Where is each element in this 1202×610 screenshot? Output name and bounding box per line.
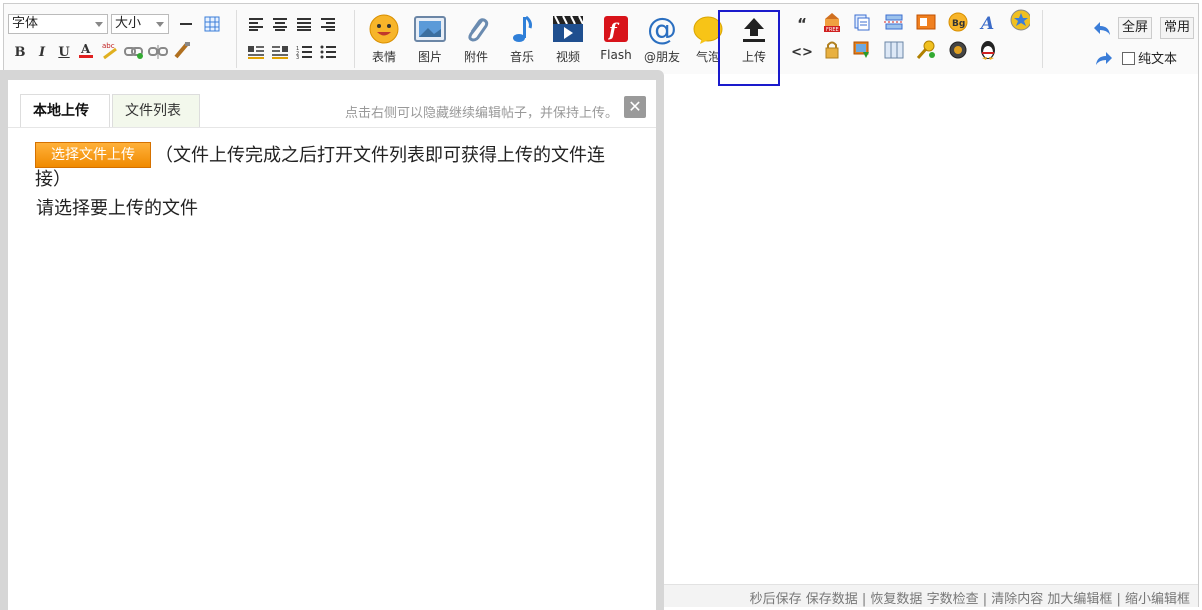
chevron-down-icon bbox=[95, 22, 103, 27]
font-size-select[interactable]: 大小 bbox=[111, 14, 169, 34]
toolbar-separator bbox=[1042, 10, 1043, 68]
spellcheck-icon[interactable]: abc bbox=[100, 40, 120, 60]
align-left-icon[interactable] bbox=[246, 14, 266, 34]
align-right-icon[interactable] bbox=[318, 14, 338, 34]
paperclip-icon bbox=[454, 12, 498, 46]
qq-penguin-icon[interactable] bbox=[978, 40, 998, 60]
font-family-value: 字体 bbox=[12, 16, 39, 31]
index-icon[interactable] bbox=[916, 12, 936, 32]
link-icon[interactable] bbox=[124, 42, 144, 62]
music-note-icon bbox=[500, 12, 544, 46]
svg-text:3: 3 bbox=[296, 55, 299, 59]
popup-hint: 点击右侧可以隐藏继续编辑帖子，并保持上传。 bbox=[344, 106, 618, 121]
bold-icon[interactable]: B bbox=[10, 42, 30, 62]
toolbar-separator bbox=[236, 10, 237, 68]
svg-text:Bg: Bg bbox=[952, 19, 965, 29]
svg-text:FREE: FREE bbox=[826, 27, 839, 33]
smiley-icon bbox=[362, 12, 406, 46]
mention-label: @朋友 bbox=[643, 50, 680, 64]
choose-file-prompt: 请选择要上传的文件 bbox=[36, 198, 198, 219]
mention-button[interactable]: @ @朋友 bbox=[640, 12, 684, 70]
flash-label: Flash bbox=[600, 48, 632, 62]
toolbar-separator bbox=[354, 10, 355, 68]
float-right-icon[interactable] bbox=[270, 42, 290, 62]
music-label: 音乐 bbox=[509, 50, 534, 64]
svg-text:A: A bbox=[979, 14, 994, 32]
plaintext-checkbox[interactable] bbox=[1122, 52, 1135, 65]
svg-text:A: A bbox=[80, 42, 91, 56]
image-label: 图片 bbox=[417, 50, 442, 64]
close-icon[interactable]: ✕ bbox=[624, 96, 646, 118]
tab-divider bbox=[8, 127, 656, 128]
align-justify-icon[interactable] bbox=[294, 14, 314, 34]
plaintext-label: 纯文本 bbox=[1138, 52, 1178, 67]
video-label: 视频 bbox=[555, 50, 580, 64]
emoticon-button[interactable]: 表情 bbox=[362, 12, 406, 70]
fullscreen-button[interactable]: 全屏 bbox=[1118, 17, 1153, 39]
ordered-list-icon[interactable]: 123 bbox=[294, 42, 314, 62]
lock-icon[interactable] bbox=[822, 40, 842, 60]
upload-popup-panel: 本地上传 文件列表 点击右侧可以隐藏继续编辑帖子，并保持上传。 ✕ （文件上传完… bbox=[8, 80, 656, 610]
clear-format-icon[interactable] bbox=[172, 40, 192, 60]
quote-icon[interactable]: “ bbox=[792, 14, 812, 34]
editor-toolbar: 字体 大小 B I U A abc 123 表情 图片 附件 音乐 视频 f F… bbox=[4, 4, 1198, 75]
attachment-button[interactable]: 附件 bbox=[454, 12, 498, 70]
film-icon bbox=[546, 12, 590, 46]
font-style-icon[interactable]: A bbox=[978, 12, 998, 32]
flash-icon: f bbox=[594, 12, 638, 46]
key-icon[interactable] bbox=[916, 40, 936, 60]
redo-icon[interactable] bbox=[1094, 48, 1114, 68]
svg-text:@: @ bbox=[647, 13, 677, 45]
columns-icon[interactable] bbox=[884, 40, 904, 60]
image-button[interactable]: 图片 bbox=[408, 12, 452, 70]
italic-icon[interactable]: I bbox=[32, 42, 52, 62]
font-family-select[interactable]: 字体 bbox=[8, 14, 108, 34]
attachment-label: 附件 bbox=[463, 50, 488, 64]
tab-file-list[interactable]: 文件列表 bbox=[112, 94, 200, 127]
page-break-icon[interactable] bbox=[884, 12, 904, 32]
select-file-upload-button[interactable]: 选择文件上传 bbox=[35, 142, 151, 168]
common-button[interactable]: 常用 bbox=[1160, 17, 1195, 39]
upload-popup: 本地上传 文件列表 点击右侧可以隐藏继续编辑帖子，并保持上传。 ✕ （文件上传完… bbox=[0, 70, 664, 610]
float-left-icon[interactable] bbox=[246, 42, 266, 62]
image-icon bbox=[408, 12, 452, 46]
unordered-list-icon[interactable] bbox=[318, 42, 338, 62]
flash-button[interactable]: f Flash bbox=[594, 12, 638, 70]
svg-text:abc: abc bbox=[102, 42, 115, 50]
unlink-icon[interactable] bbox=[148, 42, 168, 62]
code-icon[interactable]: <> bbox=[791, 42, 813, 62]
horizontal-rule-icon[interactable] bbox=[176, 14, 196, 34]
font-size-value: 大小 bbox=[115, 16, 142, 31]
image-download-icon[interactable] bbox=[852, 40, 872, 60]
align-center-icon[interactable] bbox=[270, 14, 290, 34]
background-color-icon[interactable]: Bg bbox=[948, 12, 968, 32]
font-color-icon[interactable]: A bbox=[76, 40, 96, 60]
video-button[interactable]: 视频 bbox=[546, 12, 590, 70]
medal-icon[interactable] bbox=[948, 40, 968, 60]
music-button[interactable]: 音乐 bbox=[500, 12, 544, 70]
table-icon[interactable] bbox=[202, 14, 222, 34]
upload-highlight-box bbox=[718, 10, 780, 86]
rating-star-icon[interactable] bbox=[1010, 9, 1030, 31]
undo-icon[interactable] bbox=[1092, 18, 1112, 38]
at-sign-icon: @ bbox=[640, 12, 684, 46]
tab-local-upload[interactable]: 本地上传 bbox=[20, 94, 110, 128]
statusbar-actions[interactable]: 秒后保存 保存数据 | 恢复数据 字数检查 | 清除内容 加大编辑框 | 缩小编… bbox=[750, 588, 1190, 607]
chevron-down-icon bbox=[156, 22, 164, 27]
copy-icon[interactable] bbox=[852, 12, 872, 32]
underline-icon[interactable]: U bbox=[54, 42, 74, 62]
emoticon-label: 表情 bbox=[371, 50, 396, 64]
free-icon[interactable]: FREE bbox=[822, 12, 842, 33]
